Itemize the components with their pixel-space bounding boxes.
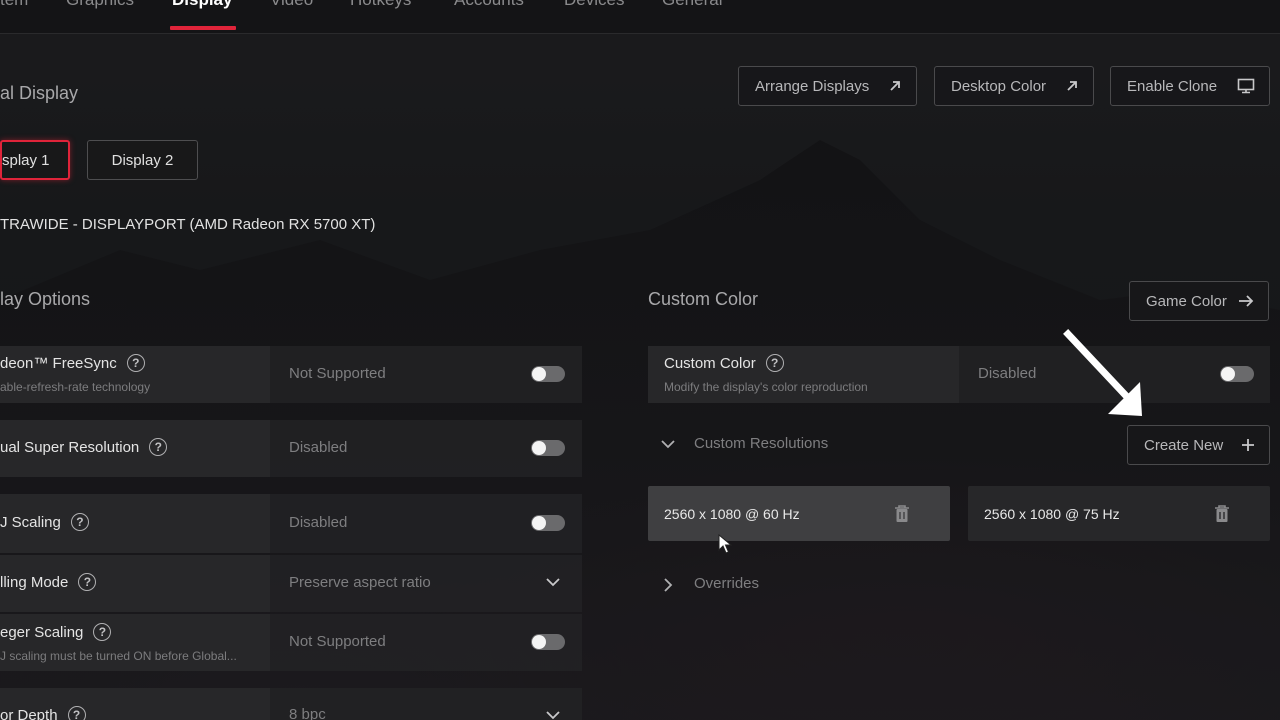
tab-general[interactable]: General [662, 0, 722, 10]
desktop-color-label: Desktop Color [951, 77, 1047, 95]
display-1-label: splay 1 [2, 151, 50, 169]
active-tab-indicator [170, 26, 236, 30]
enable-clone-button[interactable]: Enable Clone [1110, 66, 1270, 106]
tab-devices[interactable]: Devices [564, 0, 624, 10]
option-title: Custom Color ? [664, 354, 784, 372]
scaling-mode-select[interactable]: Preserve aspect ratio [289, 574, 431, 591]
option-title: J Scaling ? [0, 513, 89, 531]
chevron-down-icon[interactable] [545, 710, 561, 720]
create-new-button[interactable]: Create New [1127, 425, 1270, 465]
help-icon[interactable]: ? [126, 354, 145, 372]
tab-system[interactable]: tem [0, 0, 28, 10]
option-subtitle: Modify the display's color reproduction [664, 380, 868, 394]
help-icon[interactable]: ? [70, 513, 89, 531]
trash-icon[interactable] [1214, 504, 1230, 524]
custom-color-section-title: Custom Color [648, 289, 759, 309]
help-icon[interactable]: ? [67, 706, 86, 720]
enable-clone-label: Enable Clone [1127, 77, 1218, 95]
option-title-text: Custom Color [664, 354, 756, 372]
help-icon[interactable]: ? [93, 623, 112, 641]
option-value: Not Supported [289, 365, 386, 382]
option-title-text: eger Scaling [0, 623, 84, 641]
plus-icon [1242, 439, 1254, 451]
option-row-gpu-scaling: J Scaling ? Disabled [0, 494, 582, 553]
annotation-arrow-icon [1063, 329, 1142, 416]
display-2-label: Display 2 [111, 151, 174, 169]
option-row-integer-scaling: eger Scaling ? J scaling must be turned … [0, 614, 582, 671]
option-value: Not Supported [289, 633, 386, 650]
chevron-right-icon[interactable] [663, 577, 673, 593]
tab-graphics[interactable]: Graphics [66, 0, 134, 10]
custom-resolution-item[interactable]: 2560 x 1080 @ 75 Hz [968, 486, 1270, 541]
display-1-button[interactable]: splay 1 [0, 140, 70, 180]
option-value: Disabled [289, 514, 348, 531]
option-subtitle: J scaling must be turned ON before Globa… [0, 649, 237, 663]
display-device-name: TRAWIDE - DISPLAYPORT (AMD Radeon RX 570… [0, 216, 376, 233]
option-subtitle: able-refresh-rate technology [0, 380, 151, 394]
tab-hotkeys[interactable]: Hotkeys [350, 0, 411, 10]
display-options-title: lay Options [0, 289, 91, 309]
chevron-down-icon[interactable] [545, 577, 561, 587]
option-row-virtual-super-resolution: ual Super Resolution ? Disabled [0, 420, 582, 477]
option-value: Disabled [289, 439, 348, 456]
overrides-toggle[interactable]: Overrides [694, 575, 759, 592]
option-title: deon™ FreeSync ? [0, 354, 145, 372]
option-title: or Depth ? [0, 706, 86, 720]
arrange-displays-button[interactable]: Arrange Displays [738, 66, 917, 106]
help-icon[interactable]: ? [78, 573, 97, 591]
option-title-text: deon™ FreeSync [0, 354, 117, 372]
tab-display[interactable]: Display [172, 0, 232, 10]
page-title: al Display [0, 83, 79, 103]
monitor-icon [1237, 78, 1255, 94]
game-color-label: Game Color [1146, 292, 1227, 310]
integer-scaling-toggle[interactable] [531, 634, 565, 650]
help-icon[interactable]: ? [149, 438, 168, 456]
option-row-scaling-mode: lling Mode ? Preserve aspect ratio [0, 555, 582, 612]
option-title-text: ual Super Resolution [0, 438, 140, 456]
top-navigation: tem Graphics Display Video Hotkeys Accou… [0, 0, 1280, 34]
arrange-displays-label: Arrange Displays [755, 77, 870, 95]
custom-resolution-label: 2560 x 1080 @ 75 Hz [984, 505, 1120, 522]
option-title-text: J Scaling [0, 513, 61, 531]
virtual-super-resolution-toggle[interactable] [531, 440, 565, 456]
freesync-toggle[interactable] [531, 366, 565, 382]
option-row-color-depth: or Depth ? 8 bpc [0, 688, 582, 720]
custom-color-toggle[interactable] [1220, 366, 1254, 382]
color-depth-select[interactable]: 8 bpc [289, 706, 326, 720]
help-icon[interactable]: ? [765, 354, 784, 372]
display-2-button[interactable]: Display 2 [87, 140, 198, 180]
create-new-label: Create New [1144, 436, 1224, 454]
chevron-down-icon[interactable] [660, 439, 676, 449]
option-title: ual Super Resolution ? [0, 438, 168, 456]
gpu-scaling-toggle[interactable] [531, 515, 565, 531]
trash-icon[interactable] [894, 504, 910, 524]
arrow-right-icon [1239, 295, 1254, 307]
tab-video[interactable]: Video [270, 0, 313, 10]
tab-accounts[interactable]: Accounts [454, 0, 524, 10]
custom-resolution-label: 2560 x 1080 @ 60 Hz [664, 505, 800, 522]
game-color-button[interactable]: Game Color [1129, 281, 1269, 321]
option-row-freesync: deon™ FreeSync ? able-refresh-rate techn… [0, 346, 582, 403]
mouse-cursor-icon [718, 534, 732, 554]
option-title-text: lling Mode [0, 573, 69, 591]
custom-resolution-item[interactable]: 2560 x 1080 @ 60 Hz [648, 486, 950, 541]
option-value: Disabled [978, 365, 1037, 382]
custom-color-row: Custom Color ? Modify the display's colo… [648, 346, 1270, 403]
custom-resolutions-toggle[interactable]: Custom Resolutions [694, 435, 828, 452]
option-title: eger Scaling ? [0, 623, 112, 641]
external-arrow-icon [890, 81, 900, 91]
desktop-color-button[interactable]: Desktop Color [934, 66, 1094, 106]
option-title: lling Mode ? [0, 573, 97, 591]
external-arrow-icon [1067, 81, 1077, 91]
option-title-text: or Depth [0, 706, 58, 720]
